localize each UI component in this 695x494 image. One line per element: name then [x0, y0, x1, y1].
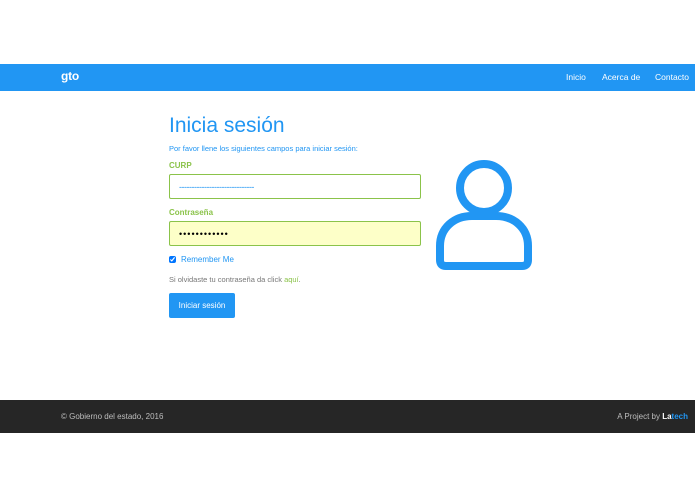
- curp-input[interactable]: [169, 174, 421, 199]
- page-footer: © Gobierno del estado, 2016 A Project by…: [0, 400, 695, 433]
- brand-logo[interactable]: gto: [61, 69, 79, 83]
- footer-credit-brand-la: La: [662, 412, 672, 421]
- footer-credit: A Project by Latech: [617, 412, 688, 421]
- nav-link-inicio[interactable]: Inicio: [566, 72, 586, 82]
- user-icon: [436, 160, 532, 270]
- forgot-password-prefix: Si olvidaste tu contraseña da click: [169, 275, 285, 284]
- login-instructions: Por favor llene los siguientes campos pa…: [169, 144, 358, 153]
- top-navbar: gto Inicio Acerca de Contacto: [0, 64, 695, 91]
- footer-credit-prefix: A Project by: [617, 412, 663, 421]
- forgot-password-text: Si olvidaste tu contraseña da click aquí…: [169, 275, 301, 284]
- remember-me-checkbox[interactable]: [169, 256, 176, 263]
- forgot-password-end: .: [298, 275, 301, 284]
- remember-me-row: Remember Me: [169, 255, 234, 264]
- curp-label: CURP: [169, 161, 192, 170]
- password-label: Contraseña: [169, 208, 214, 217]
- login-submit-button[interactable]: Iniciar sesión: [169, 293, 235, 318]
- nav-link-acerca-de[interactable]: Acerca de: [602, 72, 640, 82]
- forgot-password-link[interactable]: aquí: [284, 275, 299, 284]
- footer-credit-brand-tech: tech: [671, 412, 688, 421]
- remember-me-label[interactable]: Remember Me: [181, 255, 234, 264]
- password-input[interactable]: [169, 221, 421, 246]
- page-title: Inicia sesión: [169, 114, 285, 137]
- nav-link-contacto[interactable]: Contacto: [655, 72, 689, 82]
- footer-copyright: © Gobierno del estado, 2016: [61, 412, 164, 421]
